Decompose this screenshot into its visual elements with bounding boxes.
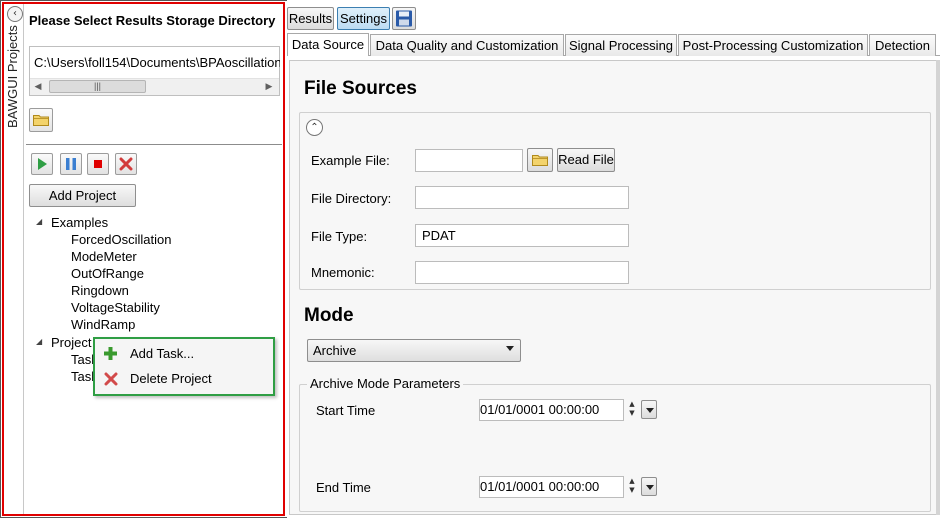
tree-item-example[interactable]: OutOfRange [71, 266, 144, 281]
results-button[interactable]: Results [287, 7, 334, 30]
read-file-button[interactable]: Read File [557, 148, 615, 172]
example-file-label: Example File: [311, 153, 390, 168]
plus-icon [104, 347, 117, 360]
tab-data-source[interactable]: Data Source [287, 33, 369, 56]
storage-directory-title: Please Select Results Storage Directory [29, 13, 276, 28]
file-type-label: File Type: [311, 229, 368, 244]
spin-up-down-icon[interactable]: ▲ ▼ [627, 477, 637, 497]
storage-path-text[interactable]: C:\Users\foll154\Documents\BPAoscillatio… [34, 55, 280, 70]
tree-item-example[interactable]: ModeMeter [71, 249, 137, 264]
start-time-dropdown-button[interactable] [641, 400, 657, 419]
stop-icon [94, 160, 102, 168]
archive-params-legend: Archive Mode Parameters [307, 376, 464, 391]
tree-expand-arrow-icon[interactable]: ◢ [36, 217, 42, 226]
save-floppy-icon [396, 10, 412, 27]
panel-separator [26, 144, 282, 145]
pause-icon [66, 158, 76, 170]
projects-vertical-title: BAWGUI Projects [5, 25, 25, 148]
tree-node-project[interactable]: Project [51, 335, 91, 350]
chevron-down-icon[interactable] [506, 346, 514, 351]
file-sources-title: File Sources [304, 78, 417, 99]
tab-signal-processing[interactable]: Signal Processing [565, 34, 677, 56]
delete-x-icon [119, 157, 133, 171]
add-project-button[interactable]: Add Project [29, 184, 136, 207]
tree-item-example[interactable]: ForcedOscillation [71, 232, 171, 247]
vertical-scrollbar[interactable] [936, 60, 940, 515]
scroll-left-arrow-icon[interactable]: ◀ [32, 80, 44, 93]
file-directory-label: File Directory: [311, 191, 392, 206]
settings-button[interactable]: Settings [337, 7, 390, 30]
menu-item-add-task[interactable]: Add Task... [130, 346, 194, 361]
save-button[interactable] [392, 7, 416, 30]
scroll-thumb[interactable]: ||| [49, 80, 146, 93]
collapse-up-icon[interactable]: ⌃ [306, 119, 323, 136]
folder-icon [33, 115, 49, 126]
tree-expand-arrow-icon[interactable]: ◢ [36, 337, 42, 346]
mnemonic-input[interactable] [415, 261, 629, 284]
stop-button[interactable] [87, 153, 109, 175]
tree-item-example[interactable]: WindRamp [71, 317, 135, 332]
tree-item-example[interactable]: VoltageStability [71, 300, 160, 315]
menu-item-delete-project[interactable]: Delete Project [130, 371, 212, 386]
scroll-right-arrow-icon[interactable]: ▶ [263, 80, 275, 93]
tree-item-example[interactable]: Ringdown [71, 283, 129, 298]
projects-vertical-title-text: BAWGUI Projects [5, 25, 20, 128]
end-time-dropdown-button[interactable] [641, 477, 657, 496]
end-time-input[interactable]: 01/01/0001 00:00:00 [479, 476, 624, 498]
start-time-label: Start Time [316, 403, 376, 418]
spin-up-down-icon[interactable]: ▲ ▼ [627, 400, 637, 420]
delete-button[interactable] [115, 153, 137, 175]
pause-button[interactable] [60, 153, 82, 175]
run-button[interactable] [31, 153, 53, 175]
mode-select[interactable]: Archive [307, 339, 521, 362]
folder-icon [532, 155, 548, 166]
play-icon [38, 158, 47, 170]
mnemonic-label: Mnemonic: [311, 265, 375, 280]
tab-data-quality[interactable]: Data Quality and Customization [370, 34, 564, 56]
example-file-input[interactable] [415, 149, 523, 172]
file-directory-input[interactable] [415, 186, 629, 209]
delete-x-icon [104, 372, 118, 386]
start-time-input[interactable]: 01/01/0001 00:00:00 [479, 399, 624, 421]
tab-detection[interactable]: Detection [869, 34, 936, 56]
file-type-input[interactable]: PDAT [415, 224, 629, 247]
collapse-chevron-icon[interactable]: ‹ [7, 6, 23, 22]
end-time-label: End Time [316, 480, 371, 495]
mode-title: Mode [304, 305, 354, 326]
tree-node-examples[interactable]: Examples [51, 215, 108, 230]
tab-post-processing[interactable]: Post-Processing Customization [678, 34, 868, 56]
browse-file-button[interactable] [527, 148, 553, 172]
